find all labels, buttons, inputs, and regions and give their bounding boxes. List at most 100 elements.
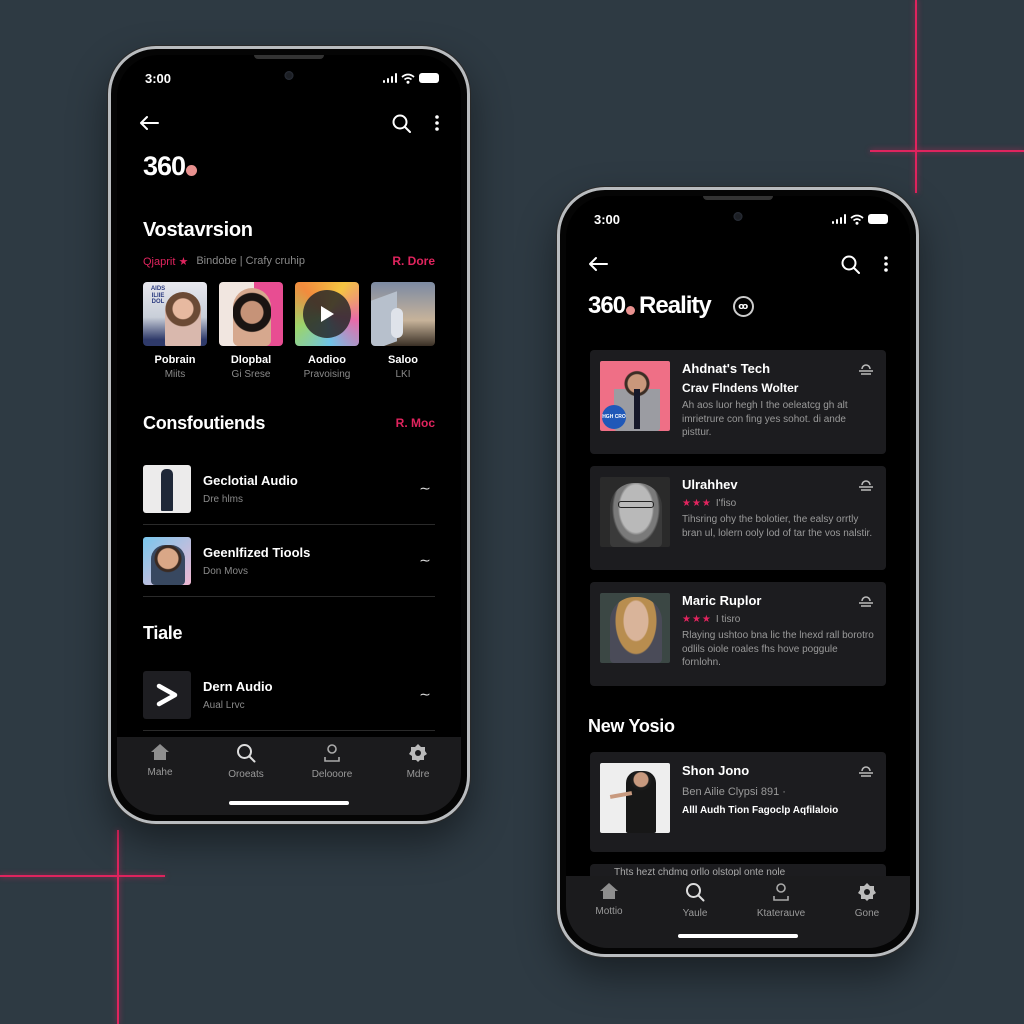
brand-text: 360 <box>588 292 626 319</box>
brand-suffix: Reality <box>639 292 712 319</box>
battery-icon <box>419 73 439 83</box>
listen-button[interactable] <box>858 764 874 782</box>
crosshair-bottom-left-horizontal <box>0 875 165 877</box>
list-item[interactable]: Dern Audio Aual Lrvc ∼ <box>143 659 435 731</box>
search-icon <box>841 255 860 274</box>
section-title-featured: Vostavrsion <box>143 219 253 241</box>
cloud-download-icon <box>859 364 873 375</box>
podcast-card[interactable]: HGH CRO Ahdnat's Tech Crav Flndens Wolte… <box>590 350 886 454</box>
back-button[interactable] <box>588 256 608 272</box>
nav-label: Mdre <box>406 769 430 780</box>
list-item[interactable]: Geenlfized Tiools Don Movs ∼ <box>143 525 435 597</box>
waveform-icon[interactable]: ∼ <box>415 480 435 497</box>
waveform-icon[interactable]: ∼ <box>415 552 435 569</box>
tile-title: Dlopbal <box>230 354 272 366</box>
card-title: Ulrahhev <box>682 477 738 492</box>
nav-item-profile[interactable]: Ktaterauve <box>746 882 816 948</box>
badge-icon <box>858 883 876 901</box>
card-title: Shon Jono <box>682 763 750 778</box>
card-detail: Alll Audh Tion Fagoclp Aqfilaloio <box>682 805 839 816</box>
nav-item-home[interactable]: Mahe <box>125 743 195 815</box>
crosshair-bottom-left-vertical <box>117 830 119 1024</box>
podcast-card[interactable]: Maric Ruplor ★★★ I tisro Rlaying ushtoo … <box>590 582 886 686</box>
card-description: Rlaying ushtoo bna lic the lnexd rall bo… <box>682 630 874 668</box>
list-item-title: Geclotial Audio <box>203 472 298 488</box>
listen-button[interactable] <box>858 594 874 612</box>
tile[interactable]: AIDS ILIIE DOL Pobrain Miits <box>143 282 207 380</box>
list-item-thumbnail <box>143 464 191 513</box>
rating-text: I'fiso <box>715 498 737 509</box>
section-title-new: New Yosio <box>588 716 675 736</box>
arrow-left-icon <box>140 116 159 130</box>
tile-thumbnail: AIDS ILIIE DOL <box>143 282 207 346</box>
back-button[interactable] <box>139 115 159 131</box>
people-badge-icon[interactable]: ꝏ <box>732 295 754 317</box>
tile-thumbnail <box>371 282 435 346</box>
rating-stars: ★★★ <box>682 614 712 625</box>
search-button[interactable] <box>841 255 860 274</box>
see-all-link[interactable]: R. Dore <box>392 254 435 268</box>
tile-thumbnail <box>295 282 359 346</box>
podcast-card[interactable]: Shon Jono Ben Ailie Clypsi 891 · Alll Au… <box>590 752 886 852</box>
profile-icon <box>324 744 340 762</box>
cloud-download-icon <box>859 596 873 607</box>
screen: 3:00 <box>566 196 910 948</box>
crosshair-top-right-vertical <box>915 0 917 193</box>
play-button[interactable] <box>303 290 351 338</box>
chevron-right-icon <box>156 683 178 706</box>
tile-subtitle: Miits <box>164 369 186 380</box>
rating-stars: ★★★ <box>682 498 712 509</box>
search-icon <box>686 883 705 902</box>
more-options-button[interactable] <box>435 115 439 131</box>
status-bar: 3:00 <box>594 210 888 228</box>
see-all-link[interactable]: R. Moc <box>396 416 435 430</box>
cloud-download-icon <box>859 766 873 777</box>
home-indicator[interactable] <box>229 801 349 805</box>
badge-icon <box>409 744 427 762</box>
section-title-third: Tiale <box>143 623 183 643</box>
listen-button[interactable] <box>858 362 874 380</box>
section-title-second: Consfoutiends <box>143 413 266 433</box>
list-item-subtitle: Dre hlms <box>203 493 244 505</box>
nav-item-search[interactable]: Yaule <box>660 882 730 948</box>
card-subtitle: Ben Ailie Clypsi 891 · <box>682 786 786 798</box>
screen: 3:00 <box>117 55 461 815</box>
tile[interactable]: Aodioo Pravoising <box>295 282 359 380</box>
tile[interactable]: Dlopbal Gi Srese <box>219 282 283 380</box>
search-icon <box>237 744 256 763</box>
signal-icon <box>382 73 397 83</box>
list-item[interactable]: Geclotial Audio Dre hlms ∼ <box>143 453 435 525</box>
top-bar <box>588 250 888 278</box>
podcast-card[interactable]: Ulrahhev ★★★ I'fiso Tihsring ohy the bol… <box>590 466 886 570</box>
search-button[interactable] <box>392 114 411 133</box>
nav-item-more[interactable]: Mdre <box>383 743 453 815</box>
home-indicator[interactable] <box>678 934 798 938</box>
tile-thumbnail <box>219 282 283 346</box>
status-time: 3:00 <box>145 70 172 86</box>
battery-icon <box>868 214 888 224</box>
list-item-subtitle: Aual Lrvc <box>203 699 245 711</box>
home-icon <box>600 883 618 899</box>
card-description: Tihsring ohy the bolotier, the ealsy orr… <box>682 514 873 539</box>
card-subtitle: Crav Flndens Wolter <box>682 381 799 395</box>
more-vertical-icon <box>884 256 888 272</box>
waveform-icon[interactable]: ∼ <box>415 686 435 703</box>
card-thumbnail: HGH CRO <box>600 361 670 431</box>
card-rating: ★★★ I'fiso <box>682 498 876 509</box>
nav-label: Yaule <box>682 908 708 919</box>
nav-item-more[interactable]: Gone <box>832 882 902 948</box>
nav-item-home[interactable]: Mottio <box>574 882 644 948</box>
more-vertical-icon <box>435 115 439 131</box>
card-title: Maric Ruplor <box>682 593 762 608</box>
listen-button[interactable] <box>858 478 874 496</box>
wifi-icon <box>401 73 415 84</box>
list-item-title: Dern Audio <box>203 678 273 694</box>
tile-title: Saloo <box>388 354 418 366</box>
tile[interactable]: Saloo LKI <box>371 282 435 380</box>
card-thumbnail <box>600 477 670 547</box>
brand-dot <box>186 165 198 176</box>
list-item-thumbnail <box>143 670 191 719</box>
nav-label: Ktaterauve <box>756 908 806 919</box>
nav-label: Mottio <box>595 906 623 917</box>
more-options-button[interactable] <box>884 256 888 272</box>
